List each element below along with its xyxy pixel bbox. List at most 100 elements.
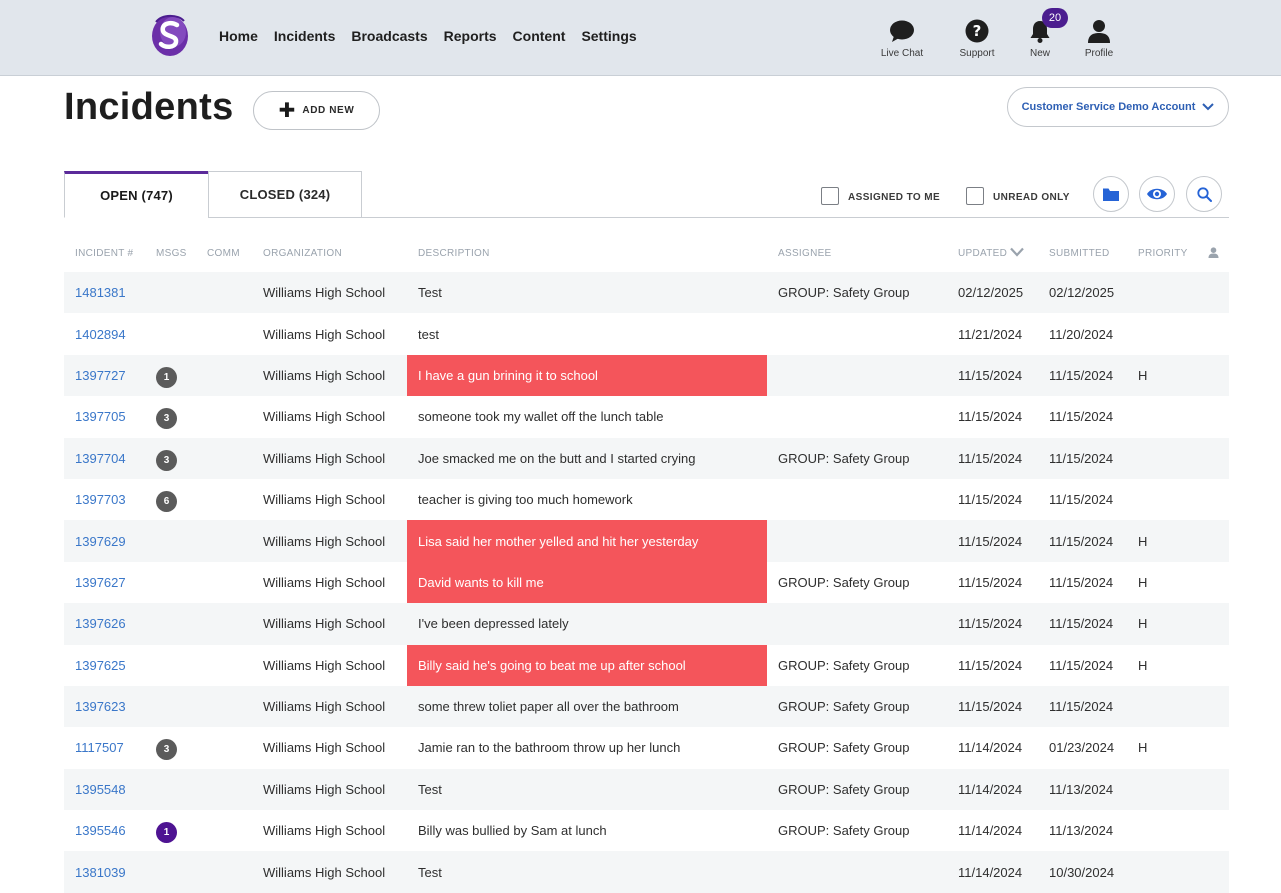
unread-only-label: UNREAD ONLY	[993, 191, 1070, 203]
account-selector[interactable]: Customer Service Demo Account	[1007, 87, 1229, 127]
tab-open[interactable]: OPEN (747)	[64, 171, 209, 218]
user-cell	[1197, 437, 1229, 479]
incident-id-link[interactable]: 1397623	[64, 685, 145, 728]
description-cell: Joe smacked me on the butt and I started…	[407, 437, 767, 479]
msgs-cell: 3	[145, 727, 196, 768]
table-row[interactable]: 1481381 Williams High School Test GROUP: Sa…	[64, 272, 1229, 314]
description-cell: Jamie ran to the bathroom throw up her l…	[418, 740, 681, 756]
message-count-badge[interactable]: 1	[156, 822, 177, 844]
msgs-cell	[145, 520, 196, 562]
search-button[interactable]	[1186, 176, 1222, 212]
live-chat-button[interactable]: Live Chat	[872, 18, 932, 59]
user-cell	[1197, 354, 1229, 397]
assignee-cell: GROUP: Safety Group	[767, 437, 947, 479]
table-row[interactable]: 1397625 Williams High School Billy said he…	[64, 644, 1229, 686]
assignee-cell	[767, 313, 947, 354]
user-cell	[1197, 685, 1229, 728]
description-cell: Billy was bullied by Sam at lunch	[418, 823, 607, 839]
folder-button[interactable]	[1093, 176, 1129, 212]
organization-cell: Williams High School	[252, 851, 407, 893]
table-row[interactable]: 1397626 Williams High School I've been dep…	[64, 603, 1229, 645]
assignee-cell: GROUP: Safety Group	[778, 657, 910, 673]
incident-id-link[interactable]: 1397704	[64, 437, 145, 479]
incident-id-link[interactable]: 1397625	[64, 645, 145, 686]
col-msgs[interactable]: MSGS	[145, 235, 196, 272]
chevron-down-icon	[1202, 98, 1215, 116]
priority-cell	[1127, 851, 1197, 893]
col-organization[interactable]: ORGANIZATION	[252, 235, 407, 272]
user-icon	[1069, 18, 1129, 44]
col-assignee-user-header[interactable]	[1197, 235, 1229, 272]
svg-text:?: ?	[973, 22, 982, 40]
comm-cell	[196, 727, 252, 768]
table-row[interactable]: 1381039 Williams High School Test 11/14/202…	[64, 851, 1229, 893]
msgs-cell	[145, 603, 196, 645]
table-row[interactable]: 1397704 3 Williams High School Joe smacked …	[64, 437, 1229, 479]
assignee-cell	[767, 396, 947, 437]
msgs-cell	[145, 645, 196, 686]
table-row[interactable]: 1395548 Williams High School Test GROUP: Sa…	[64, 768, 1229, 811]
incident-id-link[interactable]: 1395548	[64, 768, 145, 811]
table-row[interactable]: 1397705 3 Williams High School someone took…	[64, 396, 1229, 437]
assigned-to-me-checkbox[interactable]	[821, 187, 839, 205]
new-label: New	[1029, 48, 1050, 59]
support-label: Support	[959, 48, 995, 59]
user-cell	[1197, 272, 1229, 314]
assigned-to-me-filter[interactable]: ASSIGNED TO ME	[821, 187, 940, 205]
assignee-cell	[767, 603, 947, 645]
unread-only-filter[interactable]: UNREAD ONLY	[966, 187, 1070, 205]
table-row[interactable]: 1397629 Williams High School Lisa said her…	[64, 520, 1229, 562]
view-toggle-button[interactable]	[1139, 176, 1175, 212]
profile-button[interactable]: Profile	[1069, 18, 1129, 59]
incident-id-link[interactable]: 1397627	[64, 562, 145, 603]
priority-cell	[1127, 313, 1197, 354]
incident-id-link[interactable]: 1397626	[64, 603, 145, 645]
user-cell	[1197, 727, 1229, 768]
message-count-badge[interactable]: 3	[156, 449, 177, 471]
user-cell	[1197, 562, 1229, 603]
incident-id-link[interactable]: 1397727	[64, 354, 145, 397]
priority-cell: H	[1127, 603, 1197, 645]
table-row[interactable]: 1117507 3 Williams High School Jamie ran to…	[64, 727, 1229, 768]
incident-id-link[interactable]: 1397703	[64, 479, 145, 520]
col-incident[interactable]: INCIDENT #	[64, 235, 145, 272]
unread-only-checkbox[interactable]	[966, 187, 984, 205]
message-count-badge[interactable]: 6	[156, 491, 177, 513]
message-count-badge[interactable]: 3	[156, 739, 177, 761]
incident-id-link[interactable]: 1397629	[64, 520, 145, 562]
incident-id-link[interactable]: 1381039	[64, 851, 145, 893]
table-row[interactable]: 1397623 Williams High School some threw to…	[64, 685, 1229, 728]
incident-id-link[interactable]: 1397705	[64, 396, 145, 437]
add-new-button[interactable]: ✚ ADD NEW	[253, 91, 380, 130]
comm-cell	[196, 520, 252, 562]
col-submitted[interactable]: SUBMITTED	[1038, 235, 1127, 272]
col-comm[interactable]: COMM	[196, 235, 252, 272]
table-row[interactable]: 1397727 1 Williams High School I have a gun…	[64, 354, 1229, 397]
updated-cell: 11/15/2024	[947, 437, 1038, 479]
incident-id-link[interactable]: 1402894	[64, 313, 145, 354]
incident-id-link[interactable]: 1481381	[64, 272, 145, 314]
submitted-cell: 11/15/2024	[1038, 603, 1127, 645]
table-row[interactable]: 1402894 Williams High School test 11/21/202…	[64, 313, 1229, 354]
table-row[interactable]: 1397627 Williams High School David wants t…	[64, 561, 1229, 604]
table-row[interactable]: 1397703 6 Williams High School teacher is g…	[64, 479, 1229, 520]
incident-id-link[interactable]: 1395546	[64, 810, 145, 851]
msgs-cell: 3	[145, 437, 196, 479]
assignee-cell	[767, 354, 947, 397]
incident-id-link[interactable]: 1117507	[64, 727, 145, 768]
user-cell	[1197, 645, 1229, 686]
submitted-cell: 11/15/2024	[1038, 520, 1127, 562]
updated-cell: 11/14/2024	[958, 740, 1023, 756]
submitted-cell: 10/30/2024	[1038, 851, 1127, 893]
new-notifications-button[interactable]: 20 New	[1010, 8, 1070, 59]
description-cell: David wants to kill me	[407, 561, 767, 604]
message-count-badge[interactable]: 1	[156, 366, 177, 388]
col-description[interactable]: DESCRIPTION	[407, 235, 767, 272]
table-row[interactable]: 1395546 1 Williams High School Billy was bu…	[64, 810, 1229, 851]
col-priority[interactable]: PRIORITY	[1127, 235, 1197, 272]
message-count-badge[interactable]: 3	[156, 408, 177, 430]
col-updated-header[interactable]: UPDATED	[947, 235, 1038, 272]
tab-closed[interactable]: CLOSED (324)	[208, 171, 362, 218]
support-button[interactable]: ? Support	[947, 18, 1007, 59]
col-assignee[interactable]: ASSIGNEE	[767, 235, 947, 272]
